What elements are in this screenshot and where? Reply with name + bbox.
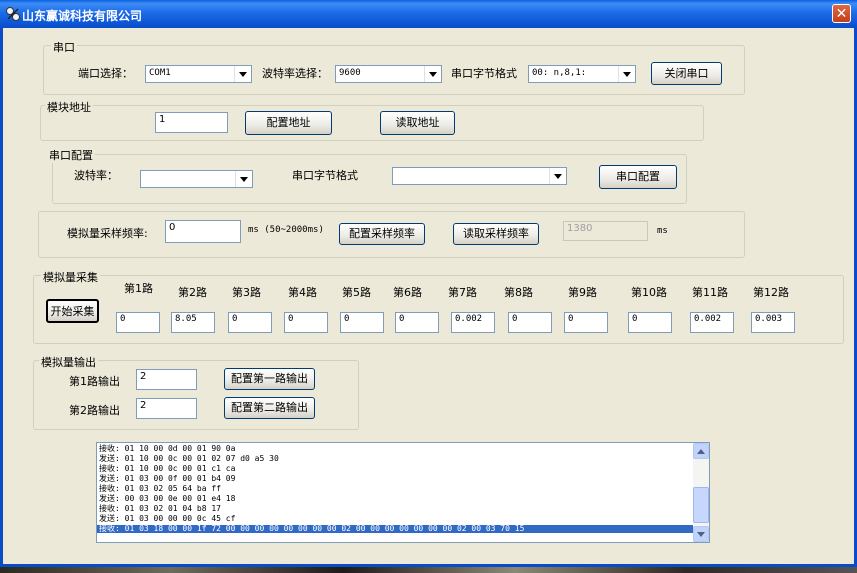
format-select[interactable]: 00: n,8,1: xyxy=(528,65,636,83)
config-sample-freq-button[interactable]: 配置采样频率 xyxy=(339,223,425,245)
chevron-down-icon[interactable] xyxy=(618,66,635,82)
log-line[interactable]: 发送: 01 03 00 00 00 0c 45 cf xyxy=(99,515,235,523)
config-address-button[interactable]: 配置地址 xyxy=(245,111,332,135)
log-scrollbar[interactable] xyxy=(693,443,709,542)
config-output2-button[interactable]: 配置第二路输出 xyxy=(224,397,315,419)
window-title: 山东赢诚科技有限公司 xyxy=(22,9,143,23)
channel-value-input[interactable]: 0.003 xyxy=(751,312,795,333)
log-line[interactable]: 接收: 01 03 02 05 64 ba ff xyxy=(99,485,221,493)
log-line[interactable]: 接收: 01 03 02 01 04 b8 17 xyxy=(99,505,221,513)
chevron-down-icon[interactable] xyxy=(424,66,441,82)
sample-freq-input[interactable]: 0 xyxy=(165,220,241,243)
channel-value-input[interactable]: 0 xyxy=(628,312,672,333)
output2-label: 第2路输出 xyxy=(69,404,120,417)
chevron-down-icon[interactable] xyxy=(549,168,566,184)
frame-left xyxy=(0,28,3,567)
title-bar[interactable]: 山东赢诚科技有限公司 ✕ xyxy=(0,0,857,28)
port-select[interactable]: COM1 xyxy=(145,65,252,83)
sample-freq-readback-unit: ms xyxy=(657,226,668,236)
start-sampling-button[interactable]: 开始采集 xyxy=(46,299,99,323)
close-button[interactable]: ✕ xyxy=(832,4,851,23)
format-select-value: 00: n,8,1: xyxy=(532,68,587,78)
channel-value-input[interactable]: 0 xyxy=(508,312,552,333)
baud-select[interactable]: 9600 xyxy=(335,65,442,83)
channel-label: 第7路 xyxy=(448,286,477,299)
output1-label: 第1路输出 xyxy=(69,375,120,388)
format-label: 串口字节格式 xyxy=(451,67,517,80)
chevron-down-icon[interactable] xyxy=(235,171,252,187)
read-sample-freq-button[interactable]: 读取采样频率 xyxy=(453,223,539,245)
close-port-button[interactable]: 关闭串口 xyxy=(651,62,722,85)
channel-value-input[interactable]: 0 xyxy=(116,312,160,333)
read-address-button[interactable]: 读取地址 xyxy=(380,111,455,135)
cfg-format-select[interactable] xyxy=(392,167,567,185)
channel-value-input[interactable]: 0.002 xyxy=(690,312,734,333)
cfg-baud-select[interactable] xyxy=(140,170,253,188)
port-select-value: COM1 xyxy=(149,68,171,78)
channel-label: 第10路 xyxy=(631,286,667,299)
module-address-group xyxy=(40,105,704,141)
channel-value-input[interactable]: 8.05 xyxy=(171,312,215,333)
channel-label: 第2路 xyxy=(178,286,207,299)
channel-value-input[interactable]: 0 xyxy=(564,312,608,333)
serial-legend: 串口 xyxy=(51,39,77,55)
log-line[interactable]: 发送: 00 03 00 0e 00 01 e4 18 xyxy=(99,495,235,503)
comm-log[interactable]: 接收: 01 10 00 0d 00 01 90 0a 发送: 01 10 00 … xyxy=(96,442,710,543)
sample-freq-readback: 1380 xyxy=(563,221,648,241)
log-line[interactable]: 接收: 01 03 18 00 00 1f 72 00 00 00 00 00 … xyxy=(97,525,694,533)
channel-label: 第4路 xyxy=(288,286,317,299)
serial-config-button[interactable]: 串口配置 xyxy=(599,165,677,189)
app-icon xyxy=(6,7,20,21)
channel-label: 第11路 xyxy=(692,286,728,299)
channel-value-input[interactable]: 0 xyxy=(340,312,384,333)
channel-label: 第5路 xyxy=(342,286,371,299)
main-window: 山东赢诚科技有限公司 ✕ 串口 端口选择： COM1 波特率选择： 9600 串… xyxy=(0,0,857,567)
cfg-baud-label: 波特率： xyxy=(74,169,118,182)
scroll-down-icon[interactable] xyxy=(693,526,709,542)
address-input[interactable]: 1 xyxy=(155,112,228,133)
channel-label: 第8路 xyxy=(504,286,533,299)
analog-output-legend: 模拟量输出 xyxy=(39,354,98,370)
channel-value-input[interactable]: 0 xyxy=(395,312,439,333)
channel-value-input[interactable]: 0.002 xyxy=(451,312,495,333)
log-line[interactable]: 接收: 01 10 00 0d 00 01 90 0a xyxy=(99,445,235,453)
channel-label: 第1路 xyxy=(124,282,153,295)
sample-freq-hint: ms (50~2000ms) xyxy=(248,225,324,235)
channel-label: 第12路 xyxy=(753,286,789,299)
channel-value-input[interactable]: 0 xyxy=(228,312,272,333)
channel-label: 第6路 xyxy=(393,286,422,299)
analog-input-legend: 模拟量采集 xyxy=(41,269,100,285)
log-line[interactable]: 接收: 01 10 00 0c 00 01 c1 ca xyxy=(99,465,235,473)
port-label: 端口选择： xyxy=(78,67,133,80)
channel-value-input[interactable]: 0 xyxy=(284,312,328,333)
output1-input[interactable]: 2 xyxy=(136,369,197,390)
scroll-thumb[interactable] xyxy=(693,487,709,523)
module-address-legend: 模块地址 xyxy=(45,99,93,115)
config-output1-button[interactable]: 配置第一路输出 xyxy=(224,368,315,390)
sample-freq-label: 模拟量采样频率: xyxy=(67,227,148,240)
channel-label: 第9路 xyxy=(568,286,597,299)
scroll-up-icon[interactable] xyxy=(693,443,709,459)
chevron-down-icon[interactable] xyxy=(234,66,251,82)
cfg-format-label: 串口字节格式 xyxy=(292,169,358,182)
log-line[interactable]: 发送: 01 03 00 0f 00 01 b4 09 xyxy=(99,475,235,483)
channel-label: 第3路 xyxy=(232,286,261,299)
output2-input[interactable]: 2 xyxy=(136,398,197,419)
baud-select-value: 9600 xyxy=(339,68,361,78)
baud-label: 波特率选择： xyxy=(262,67,328,80)
log-line[interactable]: 发送: 01 10 00 0c 00 01 02 07 d0 a5 30 xyxy=(99,455,279,463)
serial-config-legend: 串口配置 xyxy=(47,147,95,163)
desktop-strip xyxy=(0,567,857,573)
